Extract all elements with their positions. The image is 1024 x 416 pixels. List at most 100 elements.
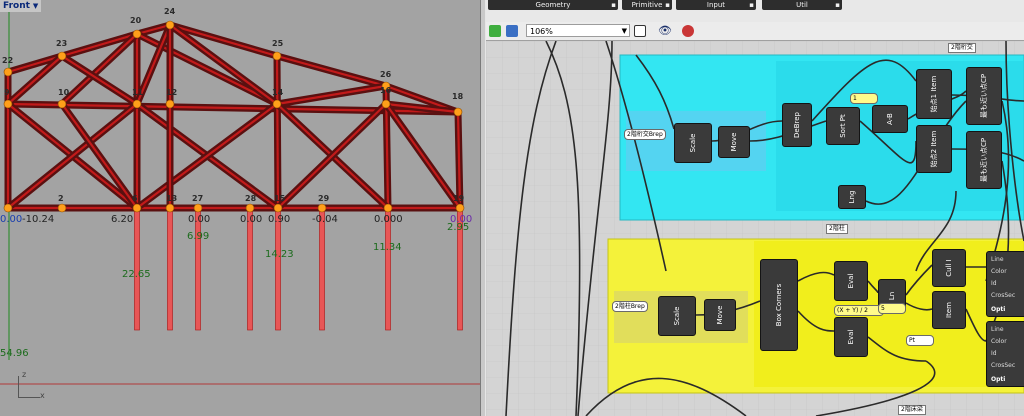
node-number: 16 <box>380 86 392 95</box>
dimension-label-green: 2.95 <box>447 222 470 233</box>
truss-drawing <box>0 0 480 385</box>
truss-node <box>165 99 175 109</box>
dimension-label-green: 6.99 <box>187 231 210 242</box>
tab-geometry[interactable]: Geometry ▪ <box>488 0 618 10</box>
viewport-title-label: Front <box>3 1 30 11</box>
output-pin: Color <box>991 268 1007 275</box>
beam-output-component-2[interactable]: Line Color Id CrosSec Opti <box>986 321 1024 387</box>
expression-panel[interactable]: (X + Y) / 2 <box>834 305 884 316</box>
truss-member <box>275 55 280 209</box>
value-panel-5[interactable]: 5 <box>878 303 906 314</box>
dimension-label: -10.24 <box>22 214 55 225</box>
truss-node <box>3 203 13 213</box>
axis-x-label: x <box>40 391 45 400</box>
tab-primitive[interactable]: Primitive ▪ <box>622 0 672 10</box>
truss-node <box>57 51 67 61</box>
node-number: 26 <box>380 70 392 79</box>
value-panel-1[interactable]: 1 <box>850 93 878 104</box>
length-component[interactable]: Lng <box>838 185 866 209</box>
gh-canvas[interactable]: 2階桁交 2階柱 2階床梁 2階桁交Brep Scale Move DeBrep… <box>486 41 1024 416</box>
box-corners-component[interactable]: Box Corners <box>760 259 798 351</box>
point-param[interactable]: Pt <box>906 335 934 346</box>
zoom-extents-icon[interactable] <box>634 25 646 37</box>
truss-node <box>383 203 393 213</box>
tab-label: Util <box>796 1 808 9</box>
node-number: 23 <box>56 39 68 48</box>
node-number: 6 <box>132 194 138 203</box>
scale-component[interactable]: Scale <box>674 123 712 163</box>
node-number: 12 <box>166 88 178 97</box>
list-item-component-1[interactable]: 始点1 Item <box>916 69 952 119</box>
output-pin: Opti <box>991 376 1006 383</box>
viewport-title[interactable]: Front ▼ <box>0 0 42 12</box>
eval-component-1[interactable]: Eval <box>834 261 868 301</box>
component-name: Cull I <box>945 259 953 277</box>
closest-point-component-2[interactable]: 最も近い点CP <box>966 131 1002 189</box>
truss-node <box>165 203 175 213</box>
chevron-down-icon: ▼ <box>621 27 627 35</box>
list-item-component-2[interactable]: 始点2 Item <box>916 125 952 173</box>
node-number: 29 <box>318 194 330 203</box>
component-name: Item <box>945 302 953 318</box>
move-component[interactable]: Move <box>718 126 750 158</box>
eval-component-2[interactable]: Eval <box>834 317 868 357</box>
component-name: Scale <box>673 306 681 326</box>
truss-member <box>136 33 278 105</box>
cull-index-component[interactable]: Cull I <box>932 249 966 287</box>
open-file-icon[interactable] <box>489 25 501 37</box>
sortpt-component[interactable]: Sort Pt <box>826 107 860 145</box>
component-name: Box Corners <box>775 283 783 327</box>
dimension-label: -0.04 <box>312 214 338 225</box>
zoom-select[interactable]: 106% ▼ <box>526 24 630 37</box>
component-name: Eval <box>847 329 855 345</box>
truss-members <box>4 21 464 212</box>
debrep-component[interactable]: DeBrep <box>782 103 812 147</box>
brep-param-2[interactable]: 2階柱Brep <box>612 301 648 312</box>
dimension-label: 0.90 <box>268 214 291 225</box>
truss-member <box>169 24 278 105</box>
group-title-cyan[interactable]: 2階桁交 <box>948 43 976 53</box>
grasshopper-window: Geometry ▪ Primitive ▪ Input ▪ Util ▪ 106% ▼ … <box>486 0 1024 416</box>
brep-param-1[interactable]: 2階桁交Brep <box>624 129 666 140</box>
dimension-label-green: 54.96 <box>0 348 29 359</box>
truss-node <box>3 67 13 77</box>
output-pin: Id <box>991 280 997 287</box>
truss-node <box>132 29 142 39</box>
output-pin: Opti <box>991 306 1006 313</box>
viewport-menu-arrow-icon[interactable]: ▼ <box>33 2 38 10</box>
dimension-label-green: 11.34 <box>373 242 402 253</box>
tab-expand-icon[interactable]: ▪ <box>665 0 670 10</box>
rhino-viewport[interactable]: Front ▼ 22 23 20 24 25 9 10 11 12 14 16 2… <box>0 0 480 416</box>
dimension-label: 0.00 <box>240 214 263 225</box>
output-pin: Color <box>991 338 1007 345</box>
group-title-yellow[interactable]: 2階柱 <box>826 224 848 234</box>
node-number: 28 <box>245 194 257 203</box>
axis-gizmo: z x <box>14 370 45 402</box>
tab-input[interactable]: Input ▪ <box>676 0 756 10</box>
list-item-component-3[interactable]: Item <box>932 291 966 329</box>
component-name: 最も近い点CP <box>980 137 988 183</box>
node-number: 11 <box>132 88 144 97</box>
tab-expand-icon[interactable]: ▪ <box>749 0 754 10</box>
tab-util[interactable]: Util ▪ <box>762 0 842 10</box>
truss-columns <box>134 207 463 331</box>
node-number: 13 <box>166 194 178 203</box>
canvas-toolbar: 106% ▼ 👁 <box>486 22 1024 41</box>
column <box>247 207 253 331</box>
component-tabs: Geometry ▪ Primitive ▪ Input ▪ Util ▪ <box>486 0 1024 23</box>
component-name: Lng <box>848 190 856 204</box>
sketch-pen-icon[interactable] <box>682 25 694 37</box>
beam-output-component-1[interactable]: Line Color Id CrosSec Opti <box>986 251 1024 317</box>
ab-component[interactable]: A-B <box>872 105 908 133</box>
group-title-bottom[interactable]: 2階床梁 <box>898 405 926 415</box>
preview-eye-icon[interactable]: 👁 <box>658 25 672 37</box>
closest-point-component-1[interactable]: 最も近い点CP <box>966 67 1002 125</box>
dimension-label: 0.000 <box>374 214 403 225</box>
save-file-icon[interactable] <box>506 25 518 37</box>
truss-member <box>276 54 387 88</box>
move-component-2[interactable]: Move <box>704 299 736 331</box>
tab-expand-icon[interactable]: ▪ <box>835 0 840 10</box>
truss-node <box>272 51 282 61</box>
tab-expand-icon[interactable]: ▪ <box>611 0 616 10</box>
scale-component-2[interactable]: Scale <box>658 296 696 336</box>
